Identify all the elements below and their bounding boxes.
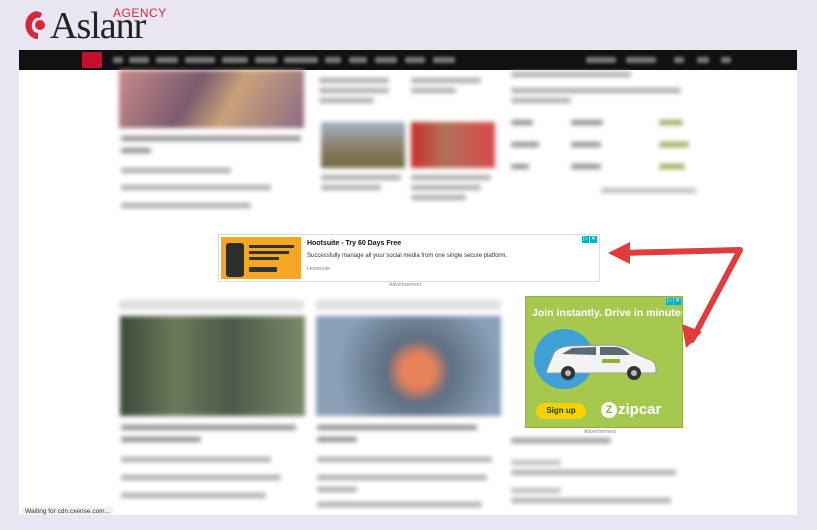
menu-icon[interactable]	[697, 57, 709, 63]
nav-item[interactable]	[222, 57, 248, 63]
text-line	[321, 175, 401, 180]
text-line	[121, 425, 296, 430]
text-line	[511, 470, 676, 475]
text-line	[601, 188, 696, 193]
nav-item[interactable]	[113, 57, 123, 63]
text-line	[511, 438, 611, 443]
text-line	[571, 142, 601, 147]
article-image	[120, 316, 305, 416]
text-line	[511, 142, 539, 147]
ad-label: Advertisement	[584, 429, 616, 435]
section-header	[119, 300, 304, 310]
close-icon[interactable]: ✕	[590, 236, 597, 243]
agency-logo: Aslanr AGENCY	[20, 5, 166, 47]
zipcar-logo-icon: Z	[601, 402, 617, 418]
nav-login[interactable]	[586, 57, 616, 63]
browser-status-bar: Waiting for cdn.cxense.com...	[22, 507, 114, 515]
adchoices-icon[interactable]: ▷	[582, 236, 589, 243]
text-line	[121, 475, 281, 480]
logo-agency-label: AGENCY	[113, 6, 167, 20]
nav-item[interactable]	[156, 57, 178, 63]
thumb-text	[249, 251, 289, 254]
thumb-text	[249, 257, 279, 260]
zipcar-brand: zipcar	[618, 401, 662, 418]
article-image	[316, 316, 501, 416]
text-line	[411, 185, 481, 190]
text-line	[317, 502, 482, 507]
nav-item[interactable]	[129, 57, 149, 63]
text-line	[319, 78, 389, 83]
text-line	[121, 136, 301, 141]
text-line	[511, 460, 561, 465]
section-header	[316, 300, 501, 310]
nav-item[interactable]	[375, 57, 397, 63]
text-line	[511, 72, 631, 77]
nav-item[interactable]	[325, 57, 341, 63]
text-line	[571, 164, 601, 169]
text-line	[121, 203, 251, 208]
nav-item[interactable]	[255, 57, 277, 63]
site-logo[interactable]	[82, 52, 102, 68]
text-line	[317, 425, 477, 430]
text-line	[121, 185, 271, 190]
text-line	[317, 457, 492, 462]
text-line	[511, 98, 571, 103]
thumb-button	[249, 267, 277, 272]
text-line	[319, 98, 374, 103]
nav-edition[interactable]	[626, 57, 656, 63]
signup-button[interactable]: Sign up	[536, 403, 586, 419]
text-line	[317, 475, 487, 480]
text-line	[319, 88, 389, 93]
text-line	[411, 88, 456, 93]
text-line	[321, 185, 381, 190]
search-icon[interactable]	[674, 57, 684, 63]
red-arrow-icon	[608, 242, 743, 348]
text-line	[317, 487, 357, 492]
nav-item[interactable]	[284, 57, 318, 63]
text-line	[659, 142, 689, 147]
text-line	[121, 168, 231, 173]
hootsuite-ad[interactable]: Hootsuite - Try 60 Days Free Successfull…	[218, 234, 600, 282]
text-line	[659, 164, 685, 169]
ad-thumbnail	[221, 237, 301, 279]
text-line	[511, 88, 681, 93]
text-line	[511, 120, 533, 125]
lion-icon	[25, 11, 45, 39]
text-line	[411, 175, 491, 180]
ad-headline[interactable]: Hootsuite - Try 60 Days Free	[307, 240, 401, 247]
ad-description: Successfully manage all your social medi…	[307, 253, 508, 259]
text-line	[121, 148, 151, 153]
text-line	[411, 195, 466, 200]
nav-item[interactable]	[349, 57, 367, 63]
text-line	[511, 164, 529, 169]
text-line	[659, 120, 683, 125]
text-line	[511, 488, 561, 493]
text-line	[121, 493, 266, 498]
thumb-text	[249, 245, 294, 248]
phone-icon	[226, 243, 244, 277]
text-line	[121, 457, 271, 462]
site-navbar	[19, 50, 797, 70]
ad-label: Advertisement	[389, 282, 421, 288]
settings-icon[interactable]	[721, 57, 731, 63]
nav-item[interactable]	[433, 57, 455, 63]
text-line	[571, 120, 603, 125]
text-line	[121, 437, 201, 442]
article-image	[411, 122, 495, 168]
ad-source: Hootsuite	[307, 266, 331, 272]
nav-item[interactable]	[405, 57, 425, 63]
nav-item[interactable]	[185, 57, 215, 63]
text-line	[511, 498, 671, 503]
article-image	[119, 70, 304, 128]
text-line	[317, 437, 357, 442]
text-line	[411, 78, 481, 83]
article-image	[321, 122, 405, 168]
